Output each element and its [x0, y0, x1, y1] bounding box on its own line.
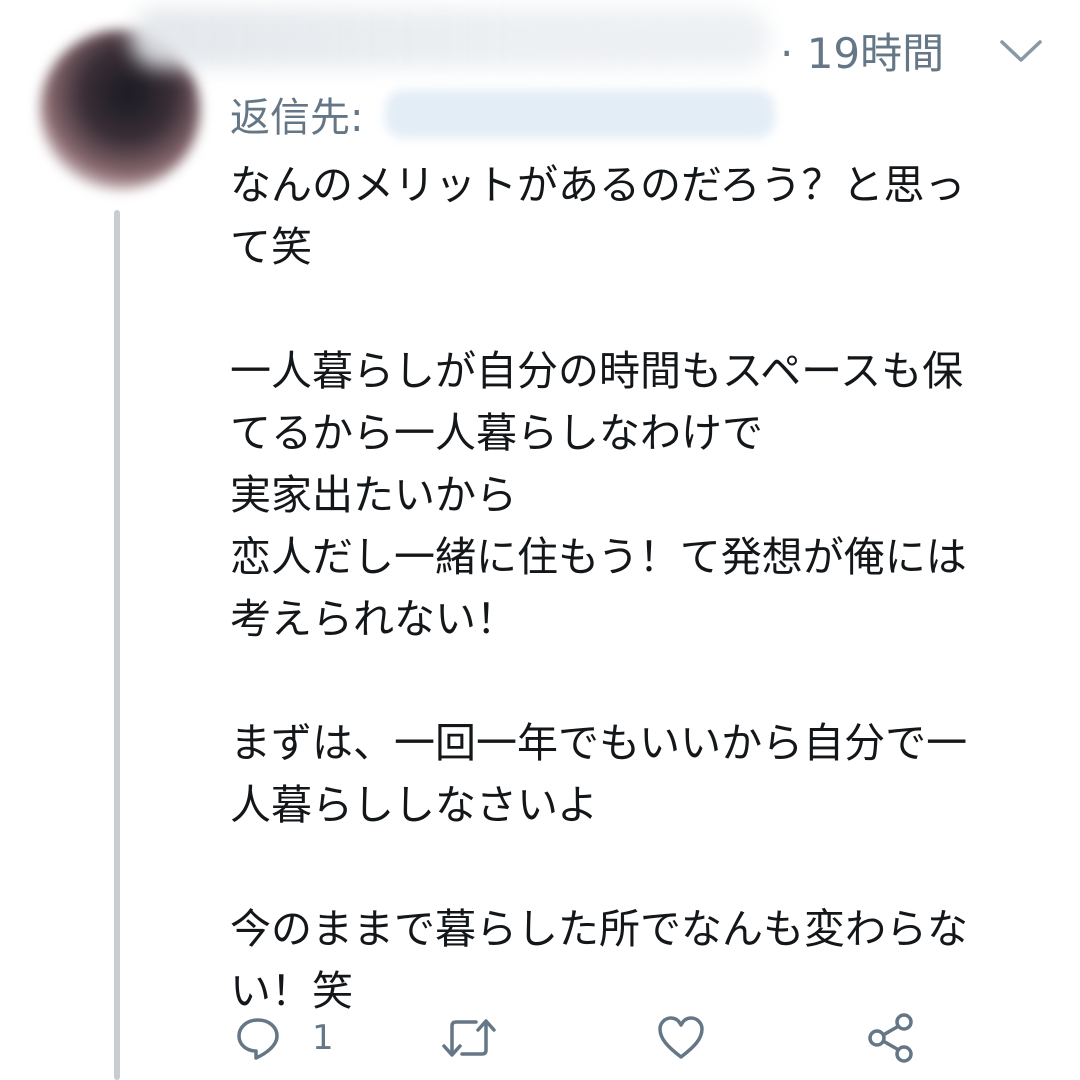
paragraph-break — [230, 836, 1070, 898]
paragraph-break — [230, 650, 1070, 712]
tweet-text-line: 一人暮らしが自分の時間もスペースも保 — [230, 347, 964, 395]
action-bar: 1 — [0, 1010, 1080, 1070]
like-button[interactable] — [656, 1010, 706, 1066]
chevron-down-icon[interactable] — [998, 36, 1044, 66]
share-nodes-icon — [868, 1013, 913, 1063]
tweet-text-line: なんのメリットがあるのだろう？と思っ — [230, 161, 966, 209]
reply-to-handle-redacted[interactable] — [385, 90, 775, 138]
reply-to-label: 返信先: — [230, 95, 364, 141]
speech-bubble-icon — [237, 1018, 279, 1060]
tweet-text-line: 今のままで暮らした所でなんも変わらな — [230, 905, 968, 953]
tweet-text-line: てるから一人暮らしなわけで — [230, 409, 763, 457]
tweet-text-line: 実家出たいから — [230, 471, 517, 519]
heart-icon — [658, 1016, 704, 1059]
paragraph-break — [230, 278, 1070, 340]
retweet-button[interactable] — [440, 1010, 498, 1066]
tweet-text: なんのメリットがあるのだろう？と思っ て笑一人暮らしが自分の時間もスペースも保 てる… — [230, 154, 1070, 1022]
tweet-text-line: 恋人だし一緒に住もう！て発想が俺には — [230, 533, 967, 581]
timestamp[interactable]: · 19時間 — [780, 28, 944, 80]
share-button[interactable] — [866, 1010, 916, 1066]
author-name-redacted — [130, 8, 770, 68]
tweet-text-line: 人暮らししなさいよ — [230, 781, 599, 829]
thread-line — [114, 210, 120, 1080]
tweet-text-line: て笑 — [230, 223, 312, 271]
tweet-text-line: 考えられない！ — [230, 595, 517, 643]
tweet-text-line: まずは、一回一年でもいいから自分で一 — [230, 719, 968, 767]
retweet-arrows-icon — [442, 1019, 496, 1057]
reply-count: 1 — [312, 1018, 334, 1058]
reply-button[interactable]: 1 — [234, 1010, 334, 1066]
